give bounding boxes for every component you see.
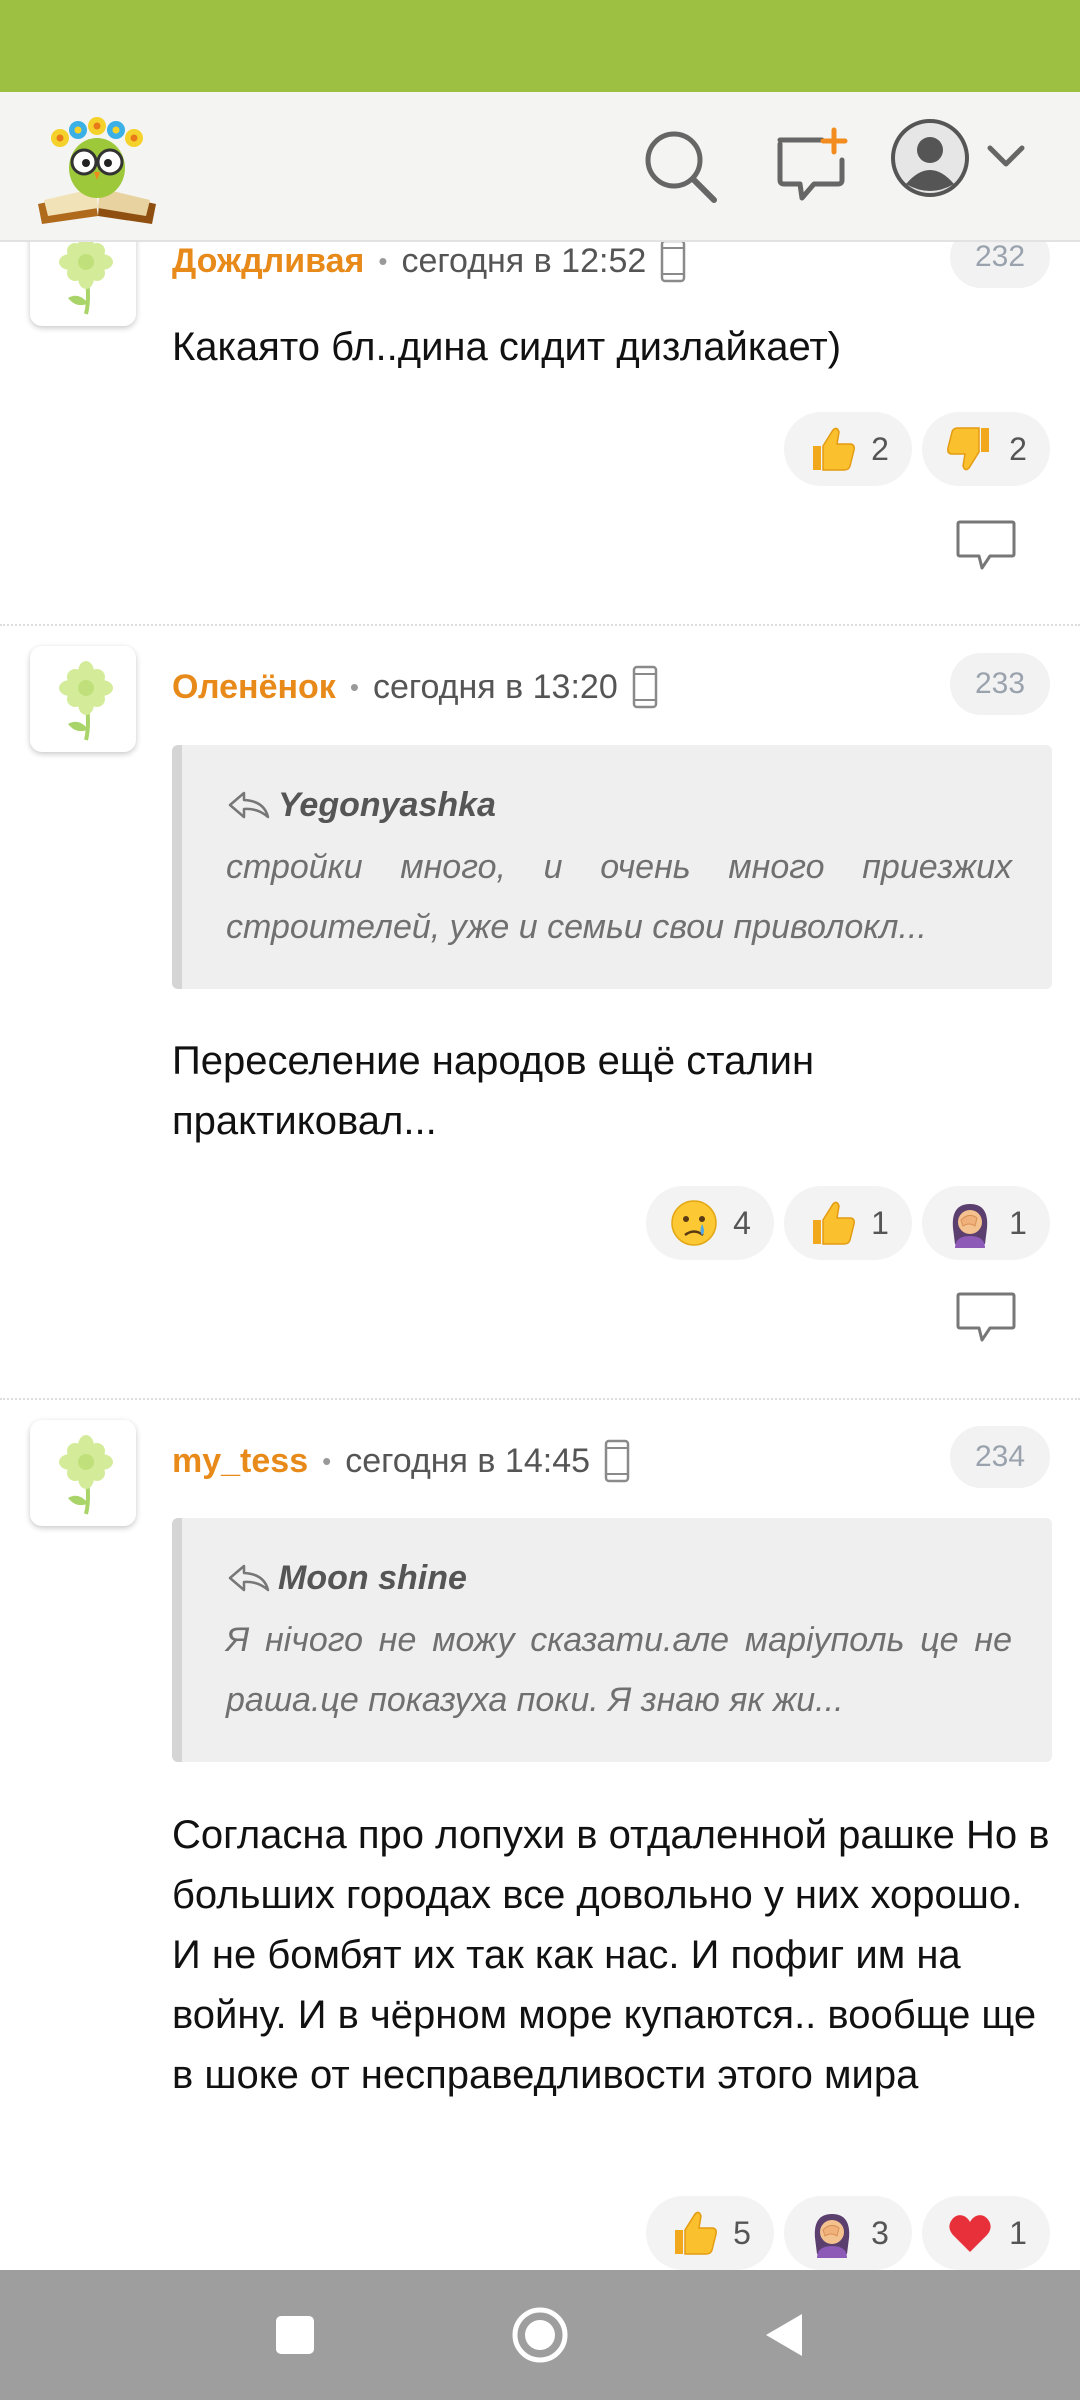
new-post-icon[interactable] — [772, 126, 852, 206]
flower-avatar-icon — [30, 1420, 136, 1526]
timestamp: сегодня в 13:20 — [372, 667, 618, 706]
mobile-phone-icon — [632, 665, 658, 709]
crying-face-icon — [669, 1198, 719, 1248]
reaction-red-heart[interactable]: 1 — [922, 2196, 1050, 2270]
comment-number[interactable]: 233 — [950, 653, 1050, 715]
comment-text: Переселение народов ещё сталин практиков… — [172, 1039, 815, 1143]
reaction-thumbs-up[interactable]: 2 — [784, 412, 912, 486]
reaction-count: 2 — [1009, 430, 1027, 467]
timestamp: сегодня в 12:52 — [401, 241, 647, 280]
thumbs-up-icon — [807, 424, 857, 474]
reply-bubble-icon[interactable] — [954, 1290, 1018, 1346]
reaction-count: 1 — [1009, 1204, 1027, 1241]
reaction-count: 2 — [871, 430, 889, 467]
mobile-phone-icon — [660, 240, 686, 283]
app-header — [0, 92, 1080, 242]
avatar[interactable] — [30, 646, 136, 752]
mobile-phone-icon — [604, 1439, 630, 1483]
comment-meta: Дождливая • сегодня в 12:52 — [172, 240, 686, 286]
comments-list: Дождливая • сегодня в 12:52 232 Какаято … — [0, 240, 1080, 2270]
reply-arrow-icon — [226, 1560, 272, 1596]
thumbs-down-icon — [945, 424, 995, 474]
reaction-thumbs-down[interactable]: 2 — [922, 412, 1050, 486]
avatar[interactable] — [30, 240, 136, 326]
back-triangle-icon[interactable] — [752, 2302, 818, 2368]
author-name[interactable]: Оленёнок — [172, 668, 336, 707]
reactions: 4 1 1 — [646, 1186, 1050, 1260]
reaction-count: 3 — [871, 2214, 889, 2251]
reactions: 2 2 — [784, 412, 1050, 486]
reaction-thumbs-up[interactable]: 5 — [646, 2196, 774, 2270]
reply-arrow-icon — [226, 787, 272, 823]
profile-menu[interactable] — [890, 118, 1030, 214]
author-name[interactable]: my_tess — [172, 1442, 308, 1481]
reaction-woman-facepalming[interactable]: 1 — [922, 1186, 1050, 1260]
system-navigation-bar — [0, 2270, 1080, 2400]
quote-block[interactable]: Yegonyashka стройки много, и очень много… — [172, 745, 1052, 989]
quote-author-name: Yegonyashka — [278, 785, 496, 824]
comment-meta: Оленёнок • сегодня в 13:20 — [172, 662, 658, 712]
separator-dot: • — [322, 1445, 332, 1476]
reaction-woman-facepalming[interactable]: 3 — [784, 2196, 912, 2270]
separator-dot: • — [349, 671, 359, 702]
owl-on-book-logo-icon[interactable] — [34, 108, 160, 224]
reply-bubble-icon[interactable] — [954, 518, 1018, 574]
divider — [0, 1398, 1080, 1400]
user-avatar-icon — [891, 119, 969, 197]
search-icon[interactable] — [640, 126, 720, 206]
reaction-thumbs-up[interactable]: 1 — [784, 1186, 912, 1260]
comment-text: Согласна про лопухи в отдаленной рашке Н… — [172, 1813, 1050, 2097]
woman-facepalming-icon — [807, 2208, 857, 2258]
quote-text: стройки много, и очень много приезжих ст… — [226, 848, 1012, 946]
flower-avatar-icon — [30, 240, 136, 326]
reaction-count: 1 — [871, 1204, 889, 1241]
author-name[interactable]: Дождливая — [172, 242, 364, 281]
circle-icon[interactable] — [507, 2302, 573, 2368]
comment-meta: my_tess • сегодня в 14:45 — [172, 1436, 630, 1486]
quote-text: Я нічого не можу сказати.але маріуполь ц… — [226, 1621, 1012, 1719]
divider — [0, 624, 1080, 626]
red-heart-icon — [945, 2208, 995, 2258]
timestamp: сегодня в 14:45 — [345, 1441, 591, 1480]
reaction-count: 1 — [1009, 2214, 1027, 2251]
quote-block[interactable]: Moon shine Я нічого не можу сказати.але … — [172, 1518, 1052, 1762]
chevron-down-icon — [987, 145, 1025, 167]
avatar[interactable] — [30, 1420, 136, 1526]
square-icon[interactable] — [262, 2302, 328, 2368]
comment-number[interactable]: 232 — [950, 240, 1050, 288]
quote-author: Yegonyashka — [226, 783, 1012, 827]
comment-number[interactable]: 234 — [950, 1426, 1050, 1488]
comment-text: Какаято бл..дина сидит дизлайкает) — [172, 325, 842, 369]
woman-facepalming-icon — [945, 1198, 995, 1248]
thumbs-up-icon — [807, 1198, 857, 1248]
reactions: 5 3 1 — [646, 2196, 1050, 2270]
flower-avatar-icon — [30, 646, 136, 752]
quote-author-name: Moon shine — [278, 1558, 467, 1597]
thumbs-up-icon — [669, 2208, 719, 2258]
separator-dot: • — [378, 245, 388, 276]
reaction-count: 4 — [733, 1204, 751, 1241]
reaction-crying-face[interactable]: 4 — [646, 1186, 774, 1260]
quote-author: Moon shine — [226, 1556, 1012, 1600]
status-bar — [0, 0, 1080, 92]
reaction-count: 5 — [733, 2214, 751, 2251]
